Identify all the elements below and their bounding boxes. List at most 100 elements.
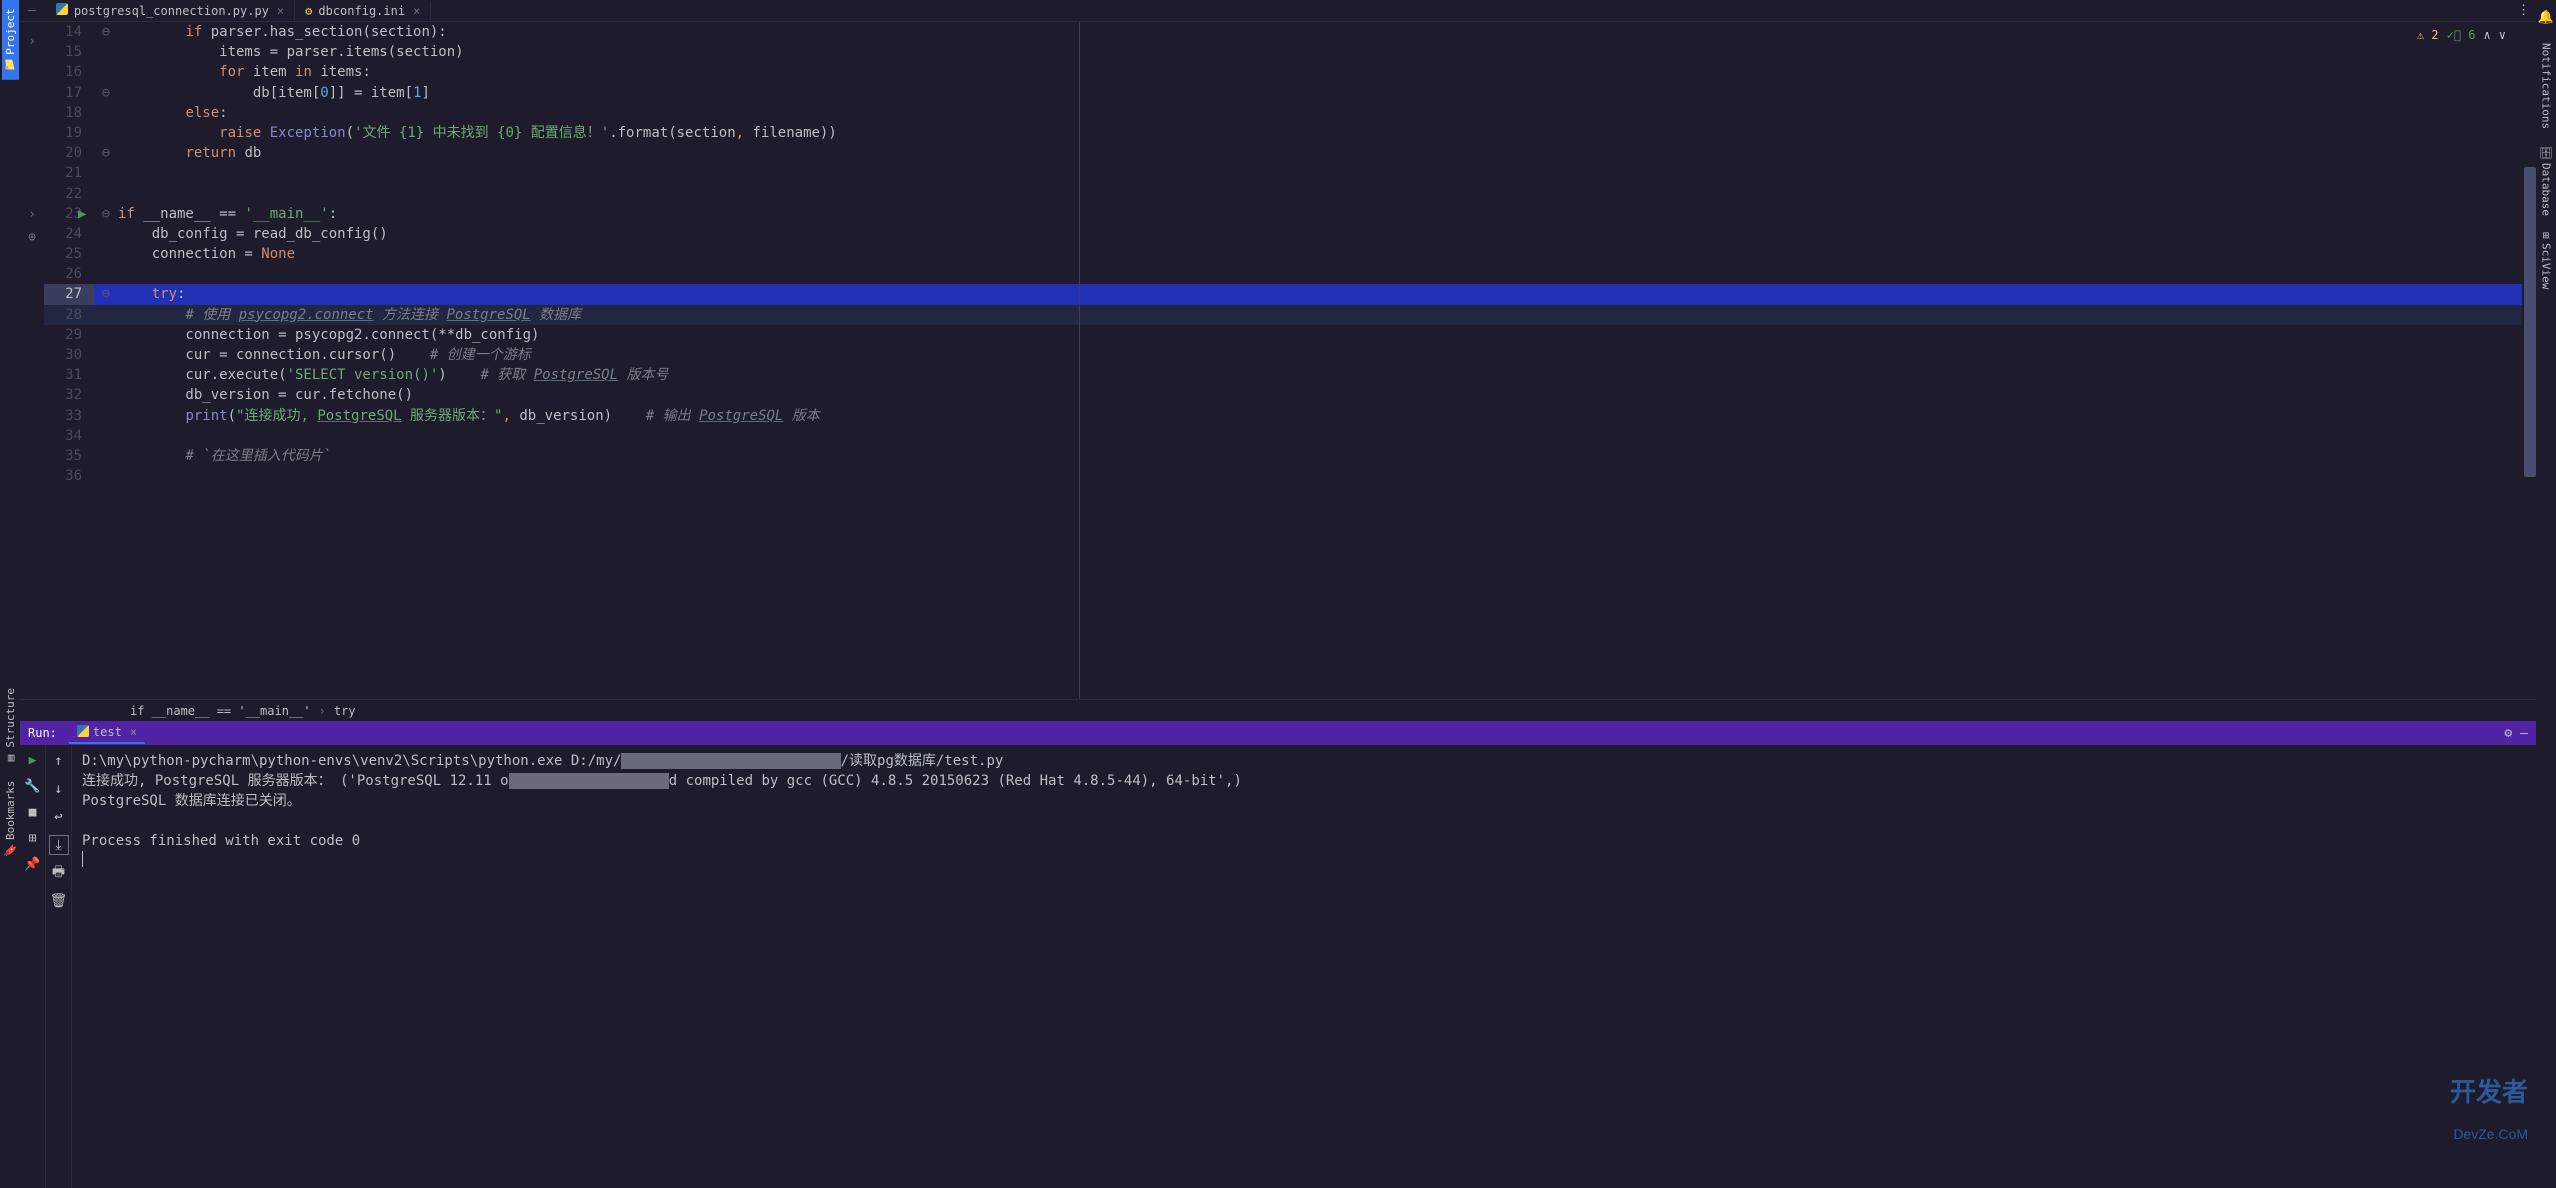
line-number[interactable]: 15 — [44, 42, 94, 62]
code-line[interactable]: 15 items = parser.items(section) — [44, 42, 2536, 62]
code-line[interactable]: 36 — [44, 466, 2536, 486]
line-number[interactable]: 16 — [44, 62, 94, 82]
line-number[interactable]: 18 — [44, 103, 94, 123]
code-line[interactable]: 31 cur.execute('SELECT version()') # 获取 … — [44, 365, 2536, 385]
sciview-tool-button[interactable]: ⊞ SciView — [2538, 224, 2555, 297]
tab-postgresql[interactable]: postgresql_connection.py.py × — [46, 1, 295, 20]
code-text[interactable]: # 使用 psycopg2.connect 方法连接 PostgreSQL 数据… — [118, 305, 581, 325]
fold-gutter[interactable]: ⊖ — [94, 143, 118, 163]
line-number[interactable]: 30 — [44, 345, 94, 365]
run-tab[interactable]: test × — [69, 723, 145, 744]
code-text[interactable]: connection = None — [118, 244, 295, 264]
line-number[interactable]: 22 — [44, 184, 94, 204]
line-number[interactable]: 28 — [44, 305, 94, 325]
code-line[interactable]: 32 db_version = cur.fetchone() — [44, 385, 2536, 405]
up-icon[interactable]: ↑ — [49, 751, 69, 771]
line-number[interactable]: 35 — [44, 446, 94, 466]
minimize-icon[interactable]: — — [2520, 726, 2528, 741]
code-text[interactable]: connection = psycopg2.connect(**db_confi… — [118, 325, 539, 345]
code-line[interactable]: 35 # `在这里插入代码片` — [44, 446, 2536, 466]
code-text[interactable]: db_config = read_db_config() — [118, 224, 388, 244]
trash-icon[interactable]: 🗑 — [49, 891, 69, 911]
collapse-icon[interactable]: — — [28, 3, 36, 18]
code-text[interactable]: # `在这里插入代码片` — [118, 446, 331, 466]
code-text[interactable]: if __name__ == '__main__': — [118, 204, 337, 224]
code-text[interactable]: raise Exception('文件 {1} 中未找到 {0} 配置信息！'.… — [118, 123, 837, 143]
line-number[interactable]: 34 — [44, 426, 94, 446]
line-number[interactable]: 31 — [44, 365, 94, 385]
code-text[interactable]: for item in items: — [118, 62, 371, 82]
code-text[interactable]: items = parser.items(section) — [118, 42, 464, 62]
code-line[interactable]: 21 — [44, 163, 2536, 183]
print-icon[interactable]: 🖶 — [49, 863, 69, 883]
code-text[interactable]: return db — [118, 143, 261, 163]
code-text[interactable]: cur = connection.cursor() # 创建一个游标 — [118, 345, 531, 365]
fold-gutter[interactable]: ⊖ — [94, 284, 118, 304]
run-gutter-icon[interactable]: ▶ — [78, 204, 86, 224]
code-line[interactable]: 23▶⊖if __name__ == '__main__': — [44, 204, 2536, 224]
line-number[interactable]: 26 — [44, 264, 94, 284]
layout-icon[interactable]: ⊞ — [24, 829, 42, 847]
line-number[interactable]: 20 — [44, 143, 94, 163]
notifications-tool-button[interactable]: Notifications — [2538, 35, 2555, 137]
code-line[interactable]: 26 — [44, 264, 2536, 284]
line-number[interactable]: 21 — [44, 163, 94, 183]
soft-wrap-icon[interactable]: ↩ — [49, 807, 69, 827]
close-icon[interactable]: × — [130, 725, 137, 739]
line-number[interactable]: 23 — [44, 204, 94, 224]
prev-highlight-icon[interactable]: ∧ — [2484, 28, 2491, 42]
next-highlight-icon[interactable]: ∨ — [2499, 28, 2506, 42]
project-tool-button[interactable]: 📁 Project — [2, 0, 19, 80]
code-line[interactable]: 17⊖ db[item[0]] = item[1] — [44, 83, 2536, 103]
gear-icon[interactable]: ⚙ — [2504, 726, 2512, 741]
code-area[interactable]: ⚠ 2 ✓⃰ 6 ∧ ∨ 14⊖ if parser.has_section(s… — [44, 22, 2536, 699]
code-line[interactable]: 19 raise Exception('文件 {1} 中未找到 {0} 配置信息… — [44, 123, 2536, 143]
code-line[interactable]: 18 else: — [44, 103, 2536, 123]
editor[interactable]: › › ⊕ ⚠ 2 ✓⃰ 6 ∧ ∨ 14⊖ if parser.has_sec… — [20, 22, 2536, 699]
code-line[interactable]: 33 print("连接成功, PostgreSQL 服务器版本：", db_v… — [44, 406, 2536, 426]
code-line[interactable]: 25 connection = None — [44, 244, 2536, 264]
line-number[interactable]: 25 — [44, 244, 94, 264]
code-line[interactable]: 20⊖ return db — [44, 143, 2536, 163]
code-line[interactable]: 27⊖ try: — [44, 284, 2536, 304]
code-text[interactable]: if parser.has_section(section): — [118, 22, 447, 42]
line-number[interactable]: 33 — [44, 406, 94, 426]
fold-gutter[interactable]: ⊖ — [94, 22, 118, 42]
expand-icon[interactable]: › — [24, 203, 40, 226]
breadcrumb-item[interactable]: if __name__ == '__main__' — [130, 704, 311, 718]
typo-indicator[interactable]: ✓⃰ 6 — [2447, 28, 2476, 42]
line-number[interactable]: 27 — [44, 284, 94, 304]
line-number[interactable]: 36 — [44, 466, 94, 486]
line-number[interactable]: 29 — [44, 325, 94, 345]
more-icon[interactable]: ⋮ — [2517, 3, 2530, 18]
close-icon[interactable]: × — [413, 4, 420, 18]
scroll-to-end-icon[interactable]: ⤓ — [49, 835, 69, 855]
code-line[interactable]: 34 — [44, 426, 2536, 446]
tab-dbconfig[interactable]: ⚙ dbconfig.ini × — [295, 2, 431, 20]
code-line[interactable]: 24 db_config = read_db_config() — [44, 224, 2536, 244]
down-icon[interactable]: ↓ — [49, 779, 69, 799]
code-line[interactable]: 28 # 使用 psycopg2.connect 方法连接 PostgreSQL… — [44, 305, 2536, 325]
wrench-icon[interactable]: 🔧 — [24, 777, 42, 795]
code-line[interactable]: 30 cur = connection.cursor() # 创建一个游标 — [44, 345, 2536, 365]
breadcrumb-item[interactable]: try — [334, 704, 356, 718]
code-text[interactable]: db[item[0]] = item[1] — [118, 83, 430, 103]
scrollbar[interactable] — [2522, 22, 2536, 699]
bookmarks-tool-button[interactable]: 🔖 Bookmarks — [2, 772, 19, 865]
fold-gutter[interactable]: ▶⊖ — [94, 204, 118, 224]
fold-gutter[interactable]: ⊖ — [94, 83, 118, 103]
line-number[interactable]: 19 — [44, 123, 94, 143]
code-line[interactable]: 22 — [44, 184, 2536, 204]
structure-tool-button[interactable]: ▤ Structure — [2, 680, 19, 773]
code-line[interactable]: 29 connection = psycopg2.connect(**db_co… — [44, 325, 2536, 345]
line-number[interactable]: 32 — [44, 385, 94, 405]
line-number[interactable]: 24 — [44, 224, 94, 244]
code-line[interactable]: 16 for item in items: — [44, 62, 2536, 82]
chevron-right-icon[interactable]: › — [24, 30, 40, 53]
warning-indicator[interactable]: ⚠ 2 — [2417, 28, 2439, 42]
code-text[interactable]: try: — [118, 284, 185, 304]
code-text[interactable]: db_version = cur.fetchone() — [118, 385, 413, 405]
close-icon[interactable]: × — [277, 4, 284, 18]
console-output[interactable]: D:\my\python-pycharm\python-envs\venv2\S… — [72, 745, 2536, 1188]
code-text[interactable]: print("连接成功, PostgreSQL 服务器版本：", db_vers… — [118, 406, 820, 426]
